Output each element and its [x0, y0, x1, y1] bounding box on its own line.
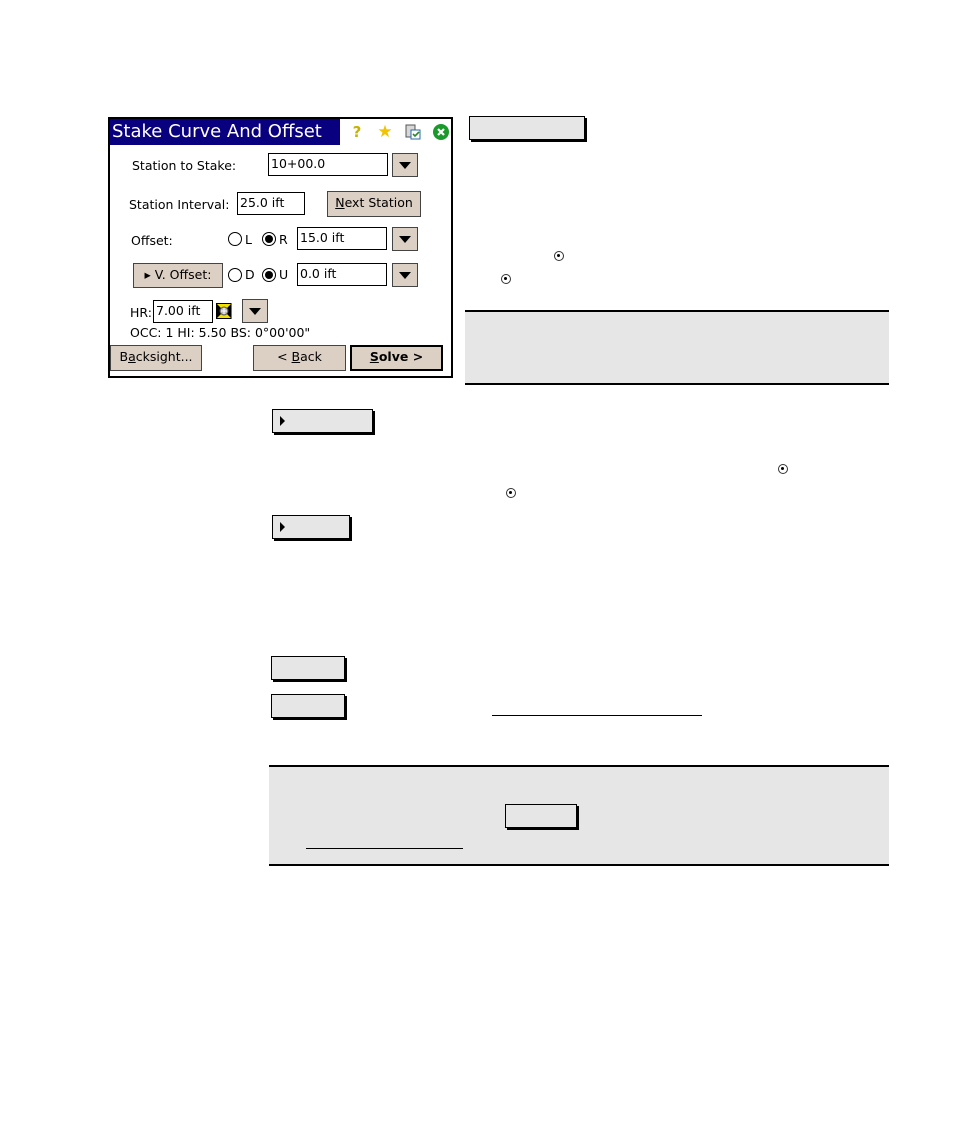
station-interval-label: Station Interval:	[129, 197, 230, 212]
offset-left-label: L	[245, 232, 252, 247]
clipboard-check-icon[interactable]	[404, 123, 422, 141]
offset-label: Offset:	[131, 233, 173, 248]
v-offset-dropdown[interactable]	[392, 263, 418, 287]
title-icons: ? ★	[340, 119, 451, 145]
station-to-stake-dropdown[interactable]	[392, 153, 418, 177]
doc-expand-button-reference	[272, 409, 373, 433]
triangle-right-icon	[280, 416, 285, 426]
favorites-star-icon[interactable]: ★	[376, 123, 394, 141]
doc-button-reference	[271, 656, 345, 680]
v-offset-input[interactable]: 0.0 ift	[297, 263, 387, 286]
hr-label: HR:	[130, 305, 152, 320]
station-to-stake-label: Station to Stake:	[132, 158, 237, 173]
hr-input[interactable]: 7.00 ift	[153, 300, 213, 323]
v-offset-up-label: U	[279, 267, 289, 282]
note-box	[269, 765, 889, 866]
status-line: OCC: 1 HI: 5.50 BS: 0°00'00"	[130, 325, 311, 340]
next-station-button[interactable]: Next Station	[327, 191, 421, 217]
help-icon[interactable]: ?	[348, 123, 366, 141]
solve-button[interactable]: Solve >	[350, 345, 443, 371]
station-interval-input[interactable]: 25.0 ift	[237, 192, 305, 215]
doc-expand-button-reference	[272, 515, 350, 539]
offset-right-radio[interactable]	[262, 232, 276, 246]
radio-selected-icon	[501, 274, 511, 284]
hyperlink-underline[interactable]	[492, 715, 702, 716]
back-button[interactable]: < Back	[253, 345, 346, 371]
close-icon[interactable]	[432, 123, 450, 141]
triangle-right-icon	[280, 522, 285, 532]
radio-selected-icon	[506, 488, 516, 498]
offset-right-label: R	[279, 232, 288, 247]
station-to-stake-input[interactable]: 10+00.0	[268, 153, 388, 176]
doc-button-reference	[469, 116, 585, 140]
hyperlink-underline[interactable]	[306, 848, 463, 849]
offset-left-radio[interactable]	[228, 232, 242, 246]
offset-dropdown[interactable]	[392, 227, 418, 251]
radio-selected-icon	[778, 464, 788, 474]
backsight-button[interactable]: Backsight...	[110, 345, 202, 371]
v-offset-down-label: D	[245, 267, 255, 282]
hr-dropdown[interactable]	[242, 299, 268, 323]
offset-input[interactable]: 15.0 ift	[297, 227, 387, 250]
v-offset-down-radio[interactable]	[228, 268, 242, 282]
stake-curve-offset-window: Stake Curve And Offset ? ★ Station to St…	[108, 117, 453, 378]
note-box	[465, 310, 889, 385]
radio-selected-icon	[554, 251, 564, 261]
v-offset-button[interactable]: ▸ V. Offset:	[133, 263, 223, 288]
doc-button-reference	[505, 804, 577, 828]
prism-target-icon[interactable]	[216, 303, 232, 319]
v-offset-up-radio[interactable]	[262, 268, 276, 282]
window-title: Stake Curve And Offset	[112, 121, 322, 142]
doc-button-reference	[271, 694, 345, 718]
title-bar: Stake Curve And Offset ? ★	[110, 119, 451, 145]
